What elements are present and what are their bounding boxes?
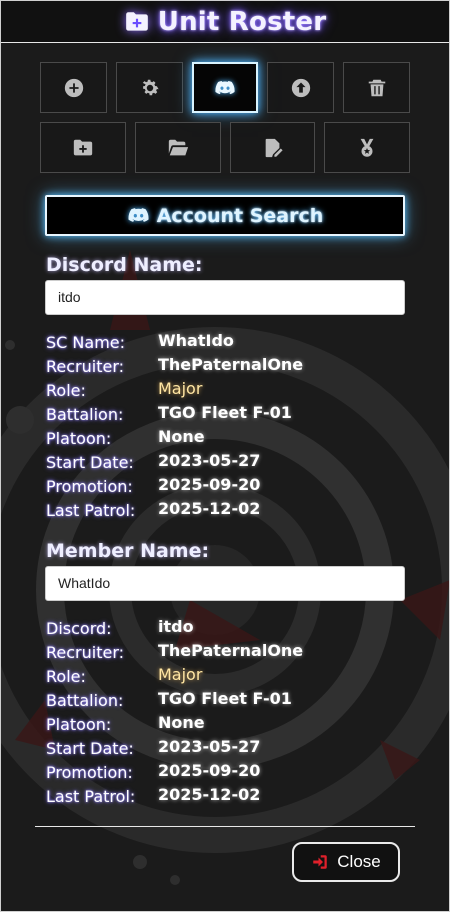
edit-file-button[interactable]	[230, 122, 315, 173]
info-value: None	[158, 427, 205, 446]
info-row-start-date: Start Date: 2023-05-27	[46, 737, 406, 761]
info-row-promotion: Promotion: 2025-09-20	[46, 761, 406, 785]
info-row-platoon: Platoon: None	[46, 713, 406, 737]
info-row-role: Role: Major	[46, 379, 406, 403]
info-key: Recruiter:	[46, 357, 125, 376]
close-label: Close	[337, 852, 381, 871]
info-key: SC Name:	[46, 333, 126, 352]
discord-name-input[interactable]: itdo	[45, 280, 405, 315]
info-value: itdo	[158, 617, 194, 636]
info-row-last-patrol: Last Patrol: 2025-12-02	[46, 785, 406, 809]
info-row-promotion: Promotion: 2025-09-20	[46, 475, 406, 499]
medal-button[interactable]	[324, 122, 410, 173]
info-value: TGO Fleet F-01	[158, 689, 292, 708]
info-key: Start Date:	[46, 453, 134, 472]
add-button[interactable]	[40, 62, 107, 113]
info-value: WhatIdo	[158, 331, 234, 350]
delete-button[interactable]	[343, 62, 410, 113]
discord-icon	[215, 80, 235, 94]
new-folder-button[interactable]	[40, 122, 126, 173]
info-key: Promotion:	[46, 477, 133, 496]
info-key: Platoon:	[46, 715, 112, 734]
info-row-recruiter: Recruiter: ThePaternalOne	[46, 641, 406, 665]
info-key: Role:	[46, 381, 86, 400]
info-row-battalion: Battalion: TGO Fleet F-01	[46, 689, 406, 713]
account-search-label: Account Search	[156, 204, 324, 227]
info-row-discord: Discord: itdo	[46, 617, 406, 641]
info-value: ThePaternalOne	[158, 355, 304, 374]
info-row-role: Role: Major	[46, 665, 406, 689]
medal-icon	[360, 138, 374, 157]
info-value: 2025-12-02	[158, 499, 261, 518]
info-row-sc-name: SC Name: WhatIdo	[46, 331, 406, 355]
info-value: ThePaternalOne	[158, 641, 304, 660]
open-folder-button[interactable]	[135, 122, 221, 173]
member-name-input[interactable]: WhatIdo	[45, 566, 405, 601]
info-row-last-patrol: Last Patrol: 2025-12-02	[46, 499, 406, 523]
folder-plus-icon	[73, 139, 93, 155]
info-value: 2023-05-27	[158, 451, 261, 470]
info-key: Last Patrol:	[46, 501, 136, 520]
info-row-platoon: Platoon: None	[46, 427, 406, 451]
info-value: None	[158, 713, 205, 732]
folder-open-icon	[168, 139, 189, 155]
file-edit-icon	[265, 138, 283, 157]
gear-icon	[142, 79, 159, 95]
plus-circle-icon	[64, 78, 83, 97]
info-value: 2025-09-20	[158, 475, 261, 494]
trash-icon	[368, 79, 385, 96]
info-value: 2025-09-20	[158, 761, 261, 780]
info-value: TGO Fleet F-01	[158, 403, 292, 422]
info-value: Major	[158, 665, 203, 684]
info-key: Last Patrol:	[46, 787, 136, 806]
sign-in-icon	[313, 855, 328, 869]
info-value: 2025-12-02	[158, 785, 261, 804]
upload-button[interactable]	[267, 62, 334, 113]
discord-name-label: Discord Name:	[46, 254, 203, 276]
info-value: Major	[158, 379, 203, 398]
discord-tab-button[interactable]	[192, 62, 258, 113]
info-key: Battalion:	[46, 691, 124, 710]
info-row-start-date: Start Date: 2023-05-27	[46, 451, 406, 475]
info-key: Role:	[46, 667, 86, 686]
info-key: Platoon:	[46, 429, 112, 448]
upload-circle-icon	[291, 78, 310, 97]
close-button[interactable]: Close	[292, 842, 400, 882]
info-key: Start Date:	[46, 739, 134, 758]
info-key: Battalion:	[46, 405, 124, 424]
info-row-recruiter: Recruiter: ThePaternalOne	[46, 355, 406, 379]
account-search-button[interactable]: Account Search	[45, 195, 405, 236]
discord-icon	[128, 208, 149, 222]
member-name-label: Member Name:	[46, 540, 210, 562]
info-value: 2023-05-27	[158, 737, 261, 756]
info-key: Promotion:	[46, 763, 133, 782]
info-row-battalion: Battalion: TGO Fleet F-01	[46, 403, 406, 427]
footer-divider	[35, 826, 415, 827]
info-key: Recruiter:	[46, 643, 125, 662]
settings-button[interactable]	[116, 62, 183, 113]
info-key: Discord:	[46, 619, 112, 638]
